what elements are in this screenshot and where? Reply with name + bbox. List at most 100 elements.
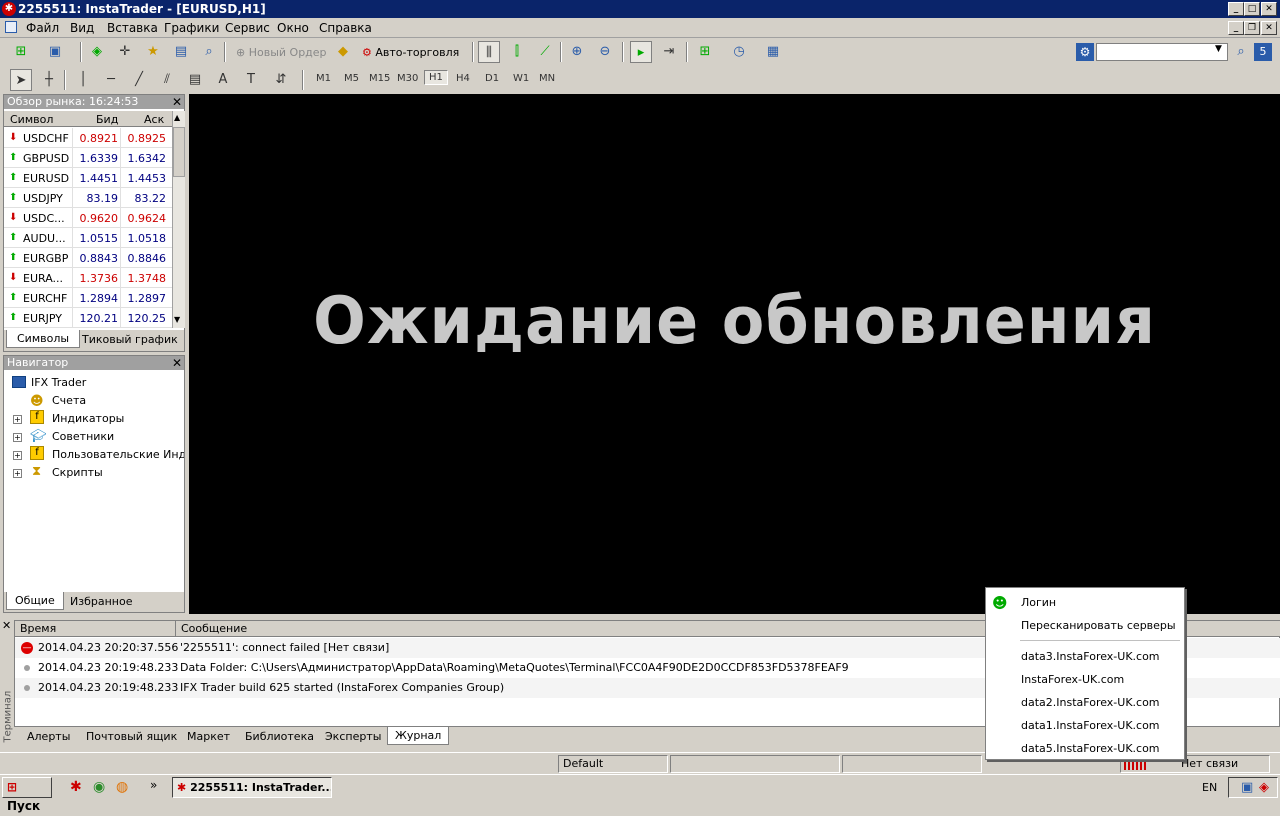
- tab-library[interactable]: Библиотека: [245, 730, 314, 743]
- menu-server-item[interactable]: data3.InstaForex-UK.com: [1021, 650, 1160, 663]
- trendline-icon[interactable]: ╱: [128, 69, 150, 91]
- taskbar-task-instatrader[interactable]: ✱ 2255511: InstaTrader...: [172, 777, 332, 798]
- firefox-icon[interactable]: ◍: [116, 779, 128, 795]
- expand-icon[interactable]: +: [13, 469, 22, 478]
- menu-view[interactable]: Вид: [70, 21, 94, 35]
- scroll-up-icon[interactable]: ▲: [174, 113, 180, 122]
- document-icon[interactable]: [5, 21, 17, 33]
- cursor-icon[interactable]: ➤: [10, 69, 32, 91]
- new-order-button[interactable]: ⊕ Новый Ордер: [236, 46, 327, 59]
- column-ask[interactable]: Аск: [144, 113, 164, 126]
- mdi-restore-button[interactable]: ❐: [1244, 21, 1260, 35]
- bar-chart-icon[interactable]: ⫼: [478, 41, 500, 63]
- close-icon[interactable]: ✕: [172, 356, 182, 370]
- chevron-right-icon[interactable]: »: [150, 778, 157, 792]
- expand-icon[interactable]: +: [13, 451, 22, 460]
- nav-accounts[interactable]: Счета: [52, 394, 86, 407]
- mdi-close-button[interactable]: ✕: [1261, 21, 1277, 35]
- close-button[interactable]: ✕: [1261, 2, 1277, 16]
- market-watch-icon[interactable]: ◈: [86, 41, 108, 63]
- scroll-down-icon[interactable]: ▼: [174, 315, 180, 324]
- menu-file[interactable]: Файл: [26, 21, 59, 35]
- maximize-button[interactable]: □: [1244, 2, 1260, 16]
- expand-icon[interactable]: +: [13, 433, 22, 442]
- arrows-icon[interactable]: ⇵: [270, 69, 292, 91]
- candlestick-icon[interactable]: ⫿: [506, 41, 528, 63]
- timeframe-m1[interactable]: M1: [316, 73, 331, 84]
- tab-general[interactable]: Общие: [6, 592, 64, 610]
- settings-icon[interactable]: ⚙: [1076, 43, 1094, 61]
- text-icon[interactable]: A: [212, 69, 234, 91]
- start-button[interactable]: ⊞ Пуск: [2, 777, 52, 813]
- fibonacci-icon[interactable]: ▤: [184, 69, 206, 91]
- timeframe-w1[interactable]: W1: [513, 73, 529, 84]
- menu-server-item[interactable]: InstaForex-UK.com: [1021, 673, 1124, 686]
- terminal-icon[interactable]: ▤: [170, 41, 192, 63]
- metaeditor-icon[interactable]: ◆: [332, 41, 354, 63]
- mdi-minimize-button[interactable]: _: [1228, 21, 1244, 35]
- timeframe-m30[interactable]: M30: [397, 73, 418, 84]
- new-chart-icon[interactable]: ⊞: [10, 41, 32, 63]
- tester-icon[interactable]: ⌕: [198, 41, 220, 63]
- market-watch-row[interactable]: ⬇ USDC... 0.9620 0.9624: [4, 208, 172, 228]
- zoom-in-icon[interactable]: ⊕: [566, 41, 588, 63]
- line-chart-icon[interactable]: ⟋: [534, 41, 556, 63]
- market-watch-row[interactable]: ⬆ EURCHF 1.2894 1.2897: [4, 288, 172, 308]
- search-input[interactable]: [1096, 43, 1228, 61]
- tab-market[interactable]: Маркет: [187, 730, 230, 743]
- menu-charts[interactable]: Графики: [164, 21, 219, 35]
- tab-alerts[interactable]: Алерты: [27, 730, 70, 743]
- channel-icon[interactable]: ⫽: [156, 69, 178, 91]
- volume-icon[interactable]: ◈: [1259, 780, 1269, 795]
- minimize-button[interactable]: _: [1228, 2, 1244, 16]
- menu-login[interactable]: Логин: [1021, 596, 1056, 609]
- tab-experts[interactable]: Эксперты: [325, 730, 381, 743]
- close-icon[interactable]: ✕: [2, 619, 11, 632]
- menu-tools[interactable]: Сервис: [225, 21, 270, 35]
- nav-scripts[interactable]: Скрипты: [52, 466, 103, 479]
- market-watch-row[interactable]: ⬆ EURJPY 120.21 120.25: [4, 308, 172, 328]
- close-icon[interactable]: ✕: [172, 95, 182, 109]
- chrome-icon[interactable]: ◉: [93, 779, 105, 795]
- tab-tick-chart[interactable]: Тиковый график: [82, 333, 178, 346]
- messages-icon[interactable]: 5: [1254, 43, 1272, 61]
- market-watch-row[interactable]: ⬇ USDCHF 0.8921 0.8925: [4, 128, 172, 148]
- search-icon[interactable]: ⌕: [1230, 41, 1252, 63]
- timeframe-h4[interactable]: H4: [456, 73, 470, 84]
- timeframe-mn[interactable]: MN: [539, 73, 555, 84]
- tab-favorites[interactable]: Избранное: [70, 595, 132, 608]
- market-watch-row[interactable]: ⬇ EURA... 1.3736 1.3748: [4, 268, 172, 288]
- scrollbar[interactable]: ▲ ▼: [172, 111, 185, 328]
- menu-insert[interactable]: Вставка: [107, 21, 158, 35]
- timeframe-h1[interactable]: H1: [424, 70, 448, 85]
- market-watch-row[interactable]: ⬆ GBPUSD 1.6339 1.6342: [4, 148, 172, 168]
- expand-icon[interactable]: +: [13, 415, 22, 424]
- chart-shift-icon[interactable]: ⇥: [658, 41, 680, 63]
- column-bid[interactable]: Бид: [96, 113, 118, 126]
- timeframe-m5[interactable]: M5: [344, 73, 359, 84]
- language-indicator[interactable]: EN: [1202, 781, 1217, 794]
- tab-journal[interactable]: Журнал: [387, 727, 450, 745]
- autoscroll-icon[interactable]: ▸: [630, 41, 652, 63]
- timeframe-d1[interactable]: D1: [485, 73, 499, 84]
- periods-icon[interactable]: ◷: [728, 41, 750, 63]
- market-watch-row[interactable]: ⬆ AUDU... 1.0515 1.0518: [4, 228, 172, 248]
- nav-root[interactable]: IFX Trader: [31, 376, 86, 389]
- navigator-icon[interactable]: ★: [142, 41, 164, 63]
- auto-trading-button[interactable]: ⚙ Авто-торговля: [362, 46, 459, 59]
- menu-window[interactable]: Окно: [277, 21, 309, 35]
- menu-server-item[interactable]: data2.InstaForex-UK.com: [1021, 696, 1160, 709]
- nav-experts[interactable]: Советники: [52, 430, 114, 443]
- templates-icon[interactable]: ▦: [762, 41, 784, 63]
- tab-symbols[interactable]: Символы: [6, 330, 81, 348]
- instatrader-icon[interactable]: ✱: [70, 779, 82, 795]
- vertical-line-icon[interactable]: │: [72, 69, 94, 91]
- profiles-icon[interactable]: ▣: [44, 41, 66, 63]
- menu-server-item[interactable]: data1.InstaForex-UK.com: [1021, 719, 1160, 732]
- crosshair-icon[interactable]: ┼: [38, 69, 60, 91]
- zoom-out-icon[interactable]: ⊖: [594, 41, 616, 63]
- market-watch-row[interactable]: ⬆ EURUSD 1.4451 1.4453: [4, 168, 172, 188]
- scroll-thumb[interactable]: [173, 127, 185, 177]
- menu-help[interactable]: Справка: [319, 21, 372, 35]
- tab-mailbox[interactable]: Почтовый ящик: [86, 730, 177, 743]
